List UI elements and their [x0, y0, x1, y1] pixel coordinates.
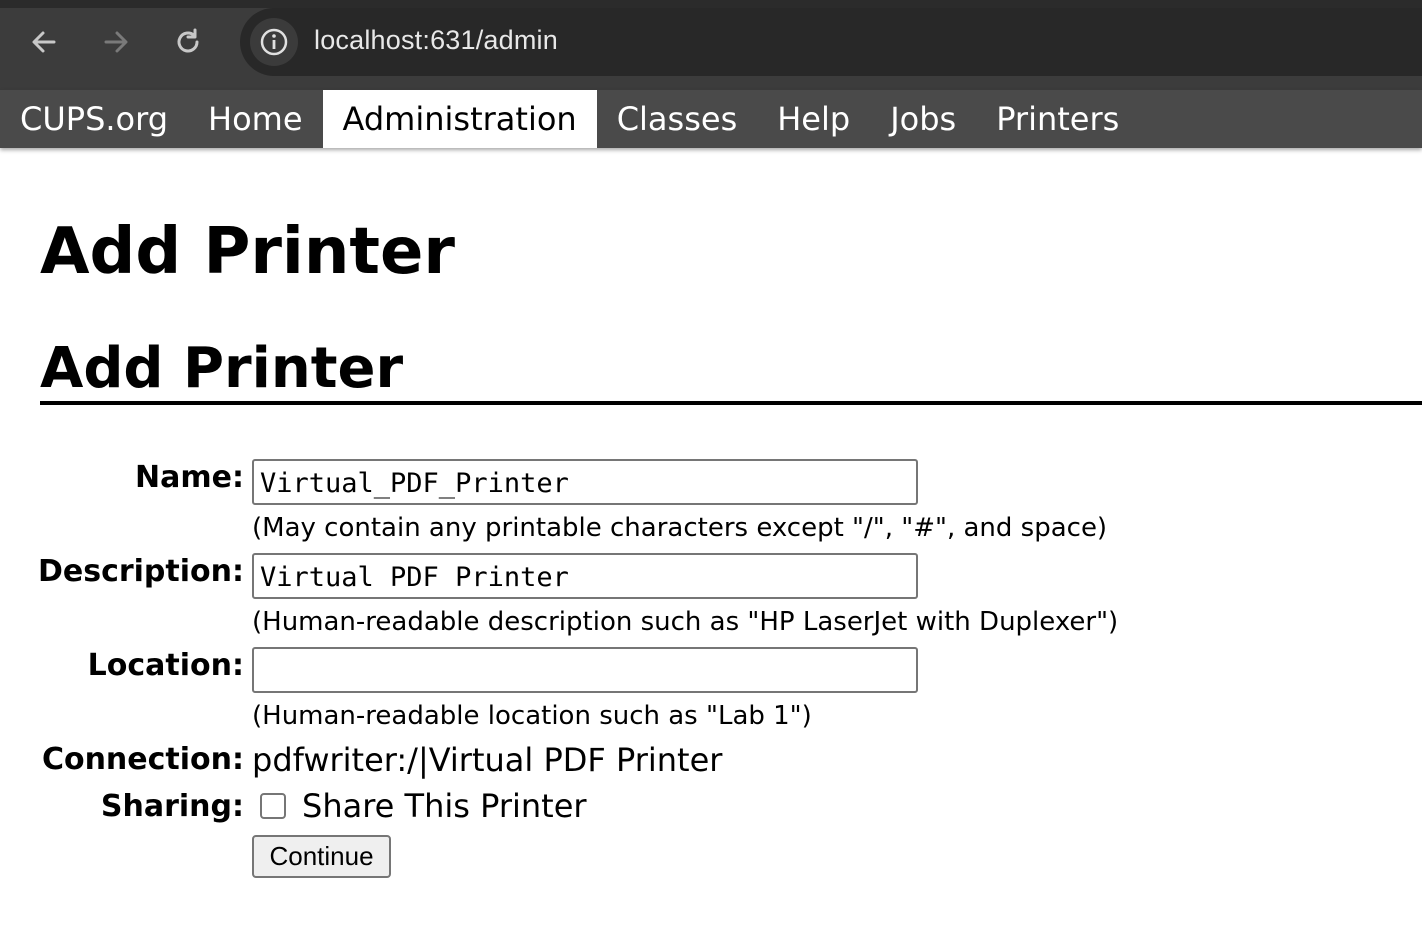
arrow-right-icon [104, 31, 128, 53]
location-input[interactable] [252, 647, 918, 693]
tab-administration[interactable]: Administration [322, 90, 597, 148]
section-title: Add Printer [40, 336, 404, 401]
tab-printers[interactable]: Printers [976, 90, 1139, 148]
sharing-label: Sharing: [100, 789, 244, 824]
info-icon [260, 28, 288, 56]
location-hint: (Human-readable location such as "Lab 1"… [252, 701, 812, 731]
share-printer-label[interactable]: Share This Printer [302, 787, 587, 825]
tab-home[interactable]: Home [188, 90, 323, 148]
forward-button[interactable] [96, 22, 136, 62]
page-title: Add Printer [40, 215, 455, 289]
reload-button[interactable] [168, 22, 208, 62]
description-hint: (Human-readable description such as "HP … [252, 607, 1119, 637]
reload-icon [177, 28, 199, 53]
connection-label: Connection: [41, 742, 244, 777]
description-label: Description: [37, 554, 244, 589]
location-label: Location: [87, 648, 244, 683]
connection-value: pdfwriter:/|Virtual PDF Printer [252, 741, 723, 779]
arrow-left-icon [32, 31, 56, 53]
tab-help[interactable]: Help [757, 90, 870, 148]
address-bar[interactable]: localhost:631/admin [240, 8, 1422, 76]
cups-navigation: CUPS.org Home Administration Classes Hel… [0, 90, 1422, 148]
url-text[interactable]: localhost:631/admin [314, 25, 558, 56]
description-input[interactable]: Virtual PDF Printer [252, 553, 918, 599]
share-printer-checkbox[interactable] [260, 793, 286, 819]
name-label: Name: [135, 460, 244, 495]
tab-cups-org[interactable]: CUPS.org [0, 90, 188, 148]
site-info-button[interactable] [250, 18, 298, 66]
name-hint: (May contain any printable characters ex… [252, 513, 1108, 543]
tab-jobs[interactable]: Jobs [870, 90, 976, 148]
name-input[interactable]: Virtual_PDF_Printer [252, 459, 918, 505]
tab-classes[interactable]: Classes [597, 90, 758, 148]
back-button[interactable] [24, 22, 64, 62]
section-divider [40, 401, 1422, 405]
continue-button[interactable]: Continue [252, 835, 391, 878]
browser-toolbar: localhost:631/admin [0, 0, 1422, 90]
